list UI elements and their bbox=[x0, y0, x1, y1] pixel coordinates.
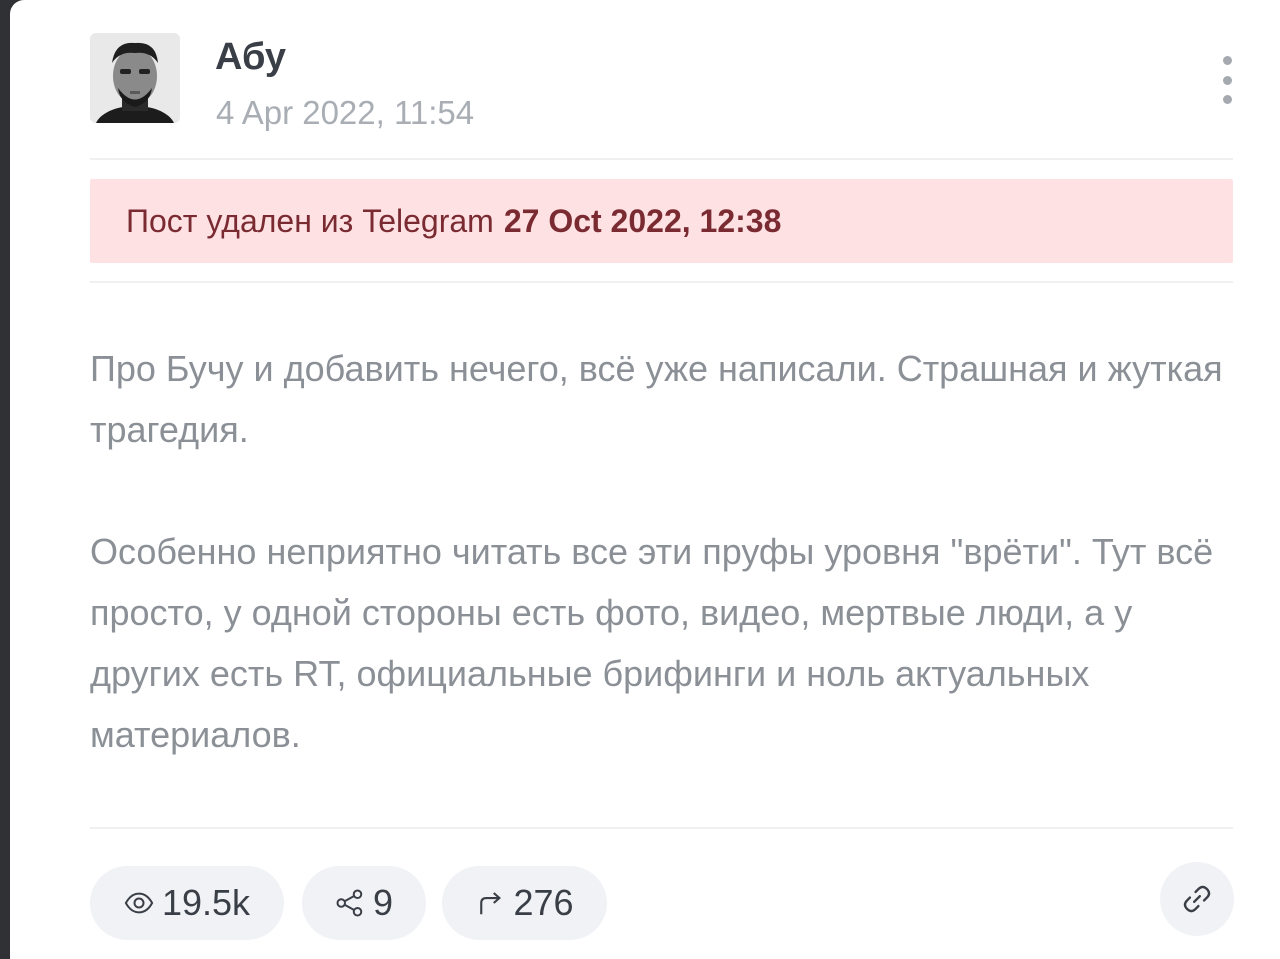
deleted-notice-text: Пост удален из Telegram bbox=[126, 202, 494, 239]
more-vertical-icon-dot bbox=[1222, 75, 1232, 85]
more-options-button[interactable] bbox=[1208, 50, 1246, 110]
link-icon bbox=[1183, 885, 1211, 913]
forward-arrow-icon bbox=[480, 892, 502, 915]
post-body: Про Бучу и добавить нечего, всё уже напи… bbox=[90, 338, 1240, 765]
header-divider bbox=[90, 158, 1233, 160]
notice-divider bbox=[90, 281, 1233, 283]
deleted-notice: Пост удален из Telegram 27 Oct 2022, 12:… bbox=[90, 179, 1233, 263]
more-vertical-icon-dot bbox=[1222, 95, 1232, 104]
views-counter[interactable]: 19.5k bbox=[90, 866, 284, 940]
share-nodes-icon bbox=[336, 889, 363, 917]
avatar-image bbox=[90, 33, 180, 123]
post-timestamp: 4 Apr 2022, 11:54 bbox=[216, 94, 475, 131]
shares-counter[interactable]: 9 bbox=[302, 866, 426, 940]
footer-divider bbox=[90, 827, 1233, 829]
post-paragraph: Особенно неприятно читать все эти пруфы … bbox=[90, 531, 1214, 755]
eye-icon bbox=[124, 892, 154, 914]
more-vertical-icon bbox=[1222, 56, 1232, 65]
avatar[interactable] bbox=[90, 33, 180, 123]
shares-count: 9 bbox=[372, 882, 394, 923]
deleted-notice-date: 27 Oct 2022, 12:38 bbox=[503, 202, 782, 239]
views-count: 19.5k bbox=[161, 882, 251, 923]
forwards-counter[interactable]: 276 bbox=[442, 866, 607, 940]
forwards-count: 276 bbox=[513, 882, 574, 923]
author-name[interactable]: Абу bbox=[215, 36, 286, 79]
post-paragraph: Про Бучу и добавить нечего, всё уже напи… bbox=[90, 348, 1223, 450]
post-card: Абу 4 Apr 2022, 11:54 Пост удален из Tel… bbox=[10, 0, 1280, 959]
copy-link-button[interactable] bbox=[1160, 862, 1234, 936]
